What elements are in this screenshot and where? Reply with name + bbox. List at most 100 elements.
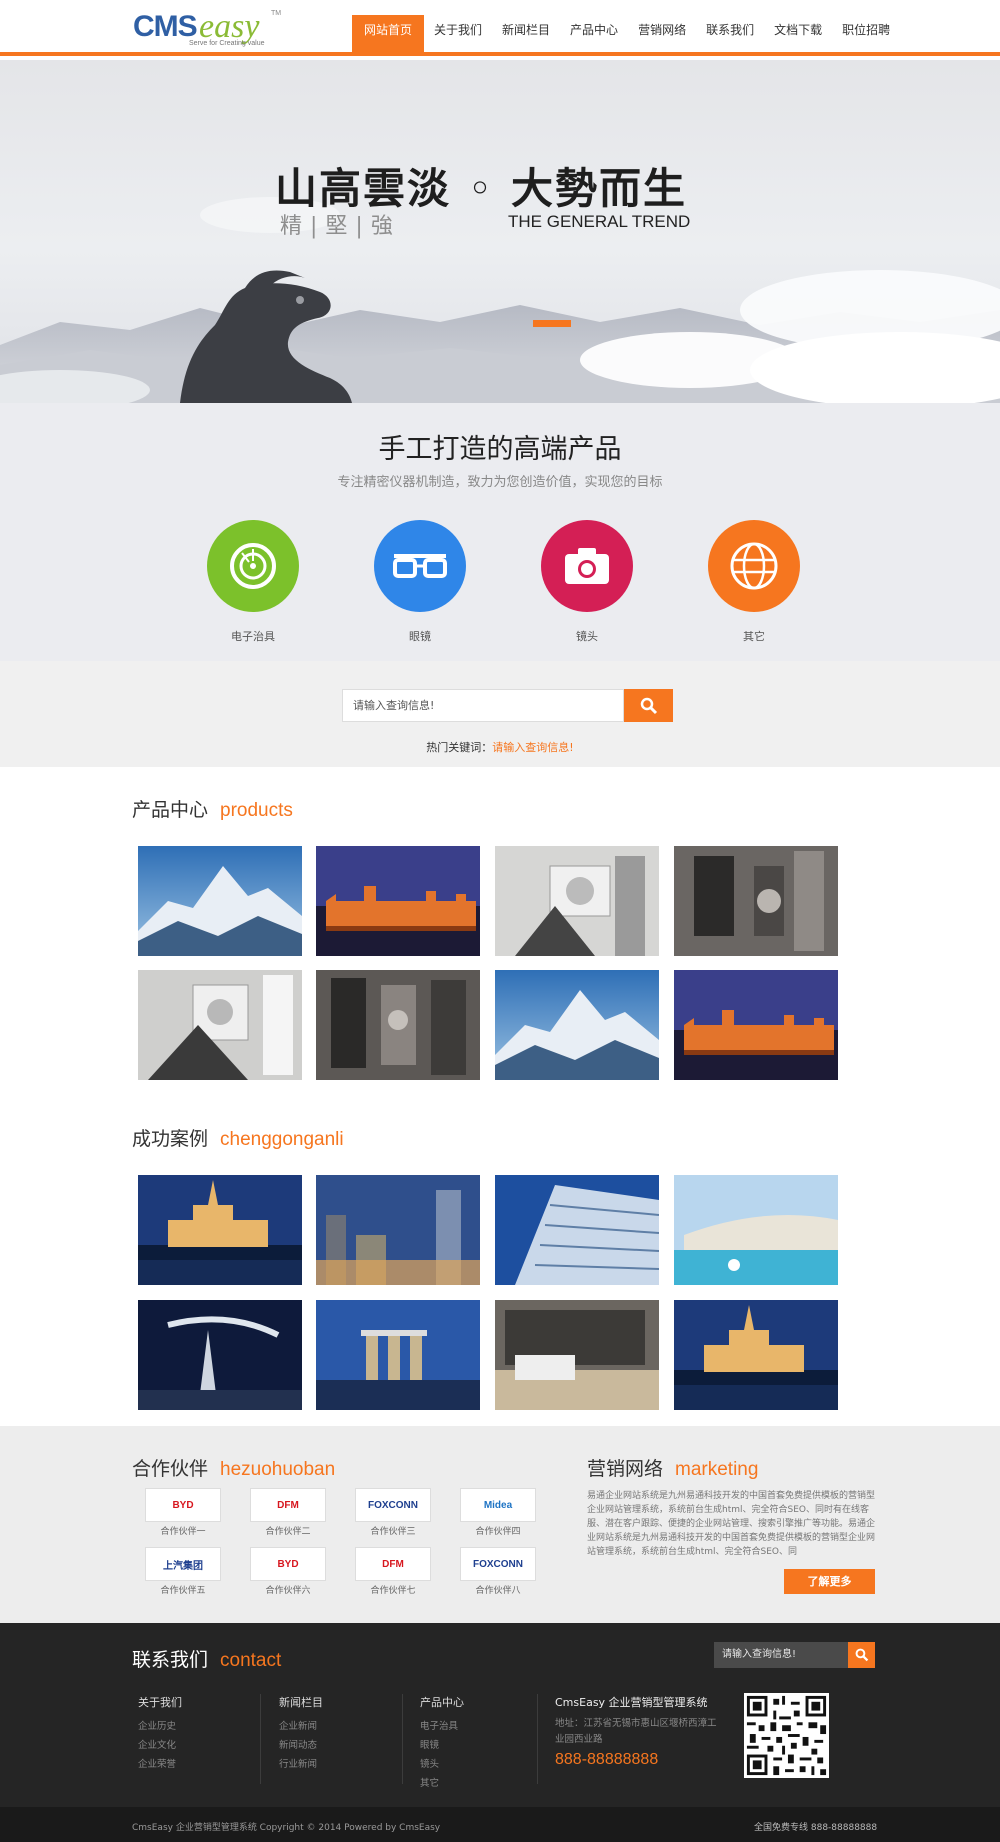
case-thumbnail[interactable] xyxy=(674,1300,838,1410)
partner-item[interactable]: Midea 合作伙伴四 xyxy=(460,1488,536,1537)
footer-link[interactable]: 行业新闻 xyxy=(279,1755,323,1774)
partner-name: 合作伙伴四 xyxy=(475,1527,521,1537)
contact-title-cn: 联系我们 xyxy=(132,1649,209,1671)
partner-item[interactable]: FOXCONN 合作伙伴八 xyxy=(460,1547,536,1596)
footer-search-button[interactable] xyxy=(848,1642,875,1668)
category-other[interactable]: 其它 xyxy=(694,520,814,644)
footer-search-input[interactable]: 请输入查询信息! xyxy=(714,1642,848,1668)
hot-keywords: 热门关键词：请输入查询信息! xyxy=(0,739,1000,755)
site-header: CMS easy TM Serve for Creating value 网站首… xyxy=(0,0,1000,56)
case-thumbnail[interactable] xyxy=(316,1175,480,1285)
partners-section-title: 合作伙伴 hezuohuoban xyxy=(132,1454,335,1481)
footer-column-products: 产品中心 电子治具 眼镜 镜头 其它 xyxy=(420,1694,464,1793)
product-thumbnail[interactable] xyxy=(316,970,480,1080)
footer-column-about: 关于我们 企业历史 企业文化 企业荣誉 xyxy=(138,1694,182,1774)
hero-banner: 山高雲淡 ◦ 大勢而生 精|堅|強 THE GENERAL TREND xyxy=(0,60,1000,403)
partner-item[interactable]: FOXCONN 合作伙伴三 xyxy=(355,1488,431,1537)
nav-item-contact[interactable]: 联系我们 xyxy=(696,15,764,52)
partners-title-cn: 合作伙伴 xyxy=(132,1458,209,1480)
camera-icon xyxy=(541,520,633,612)
hot-keywords-label: 热门关键词： xyxy=(426,741,493,754)
search-icon xyxy=(855,1648,868,1662)
contact-section-title: 联系我们 contact xyxy=(132,1645,281,1672)
case-thumbnail[interactable] xyxy=(138,1300,302,1410)
nav-item-jobs[interactable]: 职位招聘 xyxy=(832,15,900,52)
contact-title-en: contact xyxy=(220,1650,282,1671)
banner-title: 山高雲淡 ◦ 大勢而生 xyxy=(275,164,688,213)
nav-item-marketing[interactable]: 营销网络 xyxy=(628,15,696,52)
footer-link[interactable]: 企业荣誉 xyxy=(138,1755,182,1774)
nav-item-news[interactable]: 新闻栏目 xyxy=(492,15,560,52)
cases-section-title: 成功案例 chenggonganli xyxy=(132,1124,344,1151)
category-section-subtitle: 专注精密仪器机制造，致力为您创造价值，实现您的目标 xyxy=(337,475,663,490)
cases-title-cn: 成功案例 xyxy=(132,1128,209,1150)
partner-item[interactable]: DFM 合作伙伴二 xyxy=(250,1488,326,1537)
marketing-title-en: marketing xyxy=(675,1459,759,1480)
logo-tagline: Serve for Creating value xyxy=(189,40,265,47)
learn-more-button[interactable]: 了解更多 xyxy=(784,1569,875,1594)
case-thumbnail[interactable] xyxy=(674,1175,838,1285)
partner-item[interactable]: BYD 合作伙伴六 xyxy=(250,1547,326,1596)
main-nav: 网站首页 关于我们 新闻栏目 产品中心 营销网络 联系我们 文档下载 职位招聘 xyxy=(352,15,900,56)
nav-item-about[interactable]: 关于我们 xyxy=(424,15,492,52)
cases-title-en: chenggonganli xyxy=(220,1129,344,1150)
footer-link[interactable]: 电子治具 xyxy=(420,1717,464,1736)
category-glasses[interactable]: 眼镜 xyxy=(360,520,480,644)
logo[interactable]: CMS easy TM Serve for Creating value xyxy=(133,8,283,48)
nav-item-home[interactable]: 网站首页 xyxy=(352,15,425,52)
products-title-en: products xyxy=(220,800,293,821)
footer-link[interactable]: 眼镜 xyxy=(420,1736,464,1755)
case-thumbnail[interactable] xyxy=(316,1300,480,1410)
partner-logo: FOXCONN xyxy=(460,1547,536,1581)
partner-logo: DFM xyxy=(250,1488,326,1522)
footer-link[interactable]: 企业文化 xyxy=(138,1736,182,1755)
copyright-text: CmsEasy 企业营销型管理系统 Copyright © 2014 Power… xyxy=(132,1823,441,1833)
case-thumbnail[interactable] xyxy=(495,1175,659,1285)
product-thumbnail[interactable] xyxy=(495,846,659,956)
logo-tm: TM xyxy=(271,10,282,17)
hotline-text: 全国免费专线 888-88888888 xyxy=(754,1823,878,1833)
marketing-description: 易通企业网站系统是九州易通科技开发的中国首套免费提供模板的营销型企业网站管理系统… xyxy=(587,1491,876,1557)
partner-name: 合作伙伴八 xyxy=(475,1586,521,1596)
partner-item[interactable]: BYD 合作伙伴一 xyxy=(145,1488,221,1537)
partner-logo: BYD xyxy=(145,1488,221,1522)
footer-link[interactable]: 企业历史 xyxy=(138,1717,182,1736)
partner-item[interactable]: DFM 合作伙伴七 xyxy=(355,1547,431,1596)
footer-link[interactable]: 企业新闻 xyxy=(279,1717,323,1736)
partner-logo: Midea xyxy=(460,1488,536,1522)
nav-item-products[interactable]: 产品中心 xyxy=(560,15,628,52)
footer-column-heading[interactable]: 新闻栏目 xyxy=(279,1694,323,1710)
product-thumbnail[interactable] xyxy=(674,970,838,1080)
category-lens[interactable]: 镜头 xyxy=(527,520,647,644)
category-section-title: 手工打造的高端产品 xyxy=(378,434,622,465)
footer-link[interactable]: 其它 xyxy=(420,1774,464,1793)
footer-link[interactable]: 新闻动态 xyxy=(279,1736,323,1755)
product-thumbnail[interactable] xyxy=(138,970,302,1080)
slider-indicator[interactable] xyxy=(533,320,571,327)
category-label: 其它 xyxy=(743,630,765,643)
case-thumbnail[interactable] xyxy=(495,1300,659,1410)
search-icon xyxy=(640,697,657,714)
partners-title-en: hezuohuoban xyxy=(220,1459,336,1480)
partner-item[interactable]: 上汽集团 合作伙伴五 xyxy=(145,1547,221,1596)
search-placeholder: 请输入查询信息! xyxy=(353,699,435,712)
footer-divider xyxy=(537,1694,538,1784)
footer-link[interactable]: 镜头 xyxy=(420,1755,464,1774)
banner-subtitle-en: THE GENERAL TREND xyxy=(508,212,691,231)
search-input[interactable]: 请输入查询信息! xyxy=(342,689,624,722)
footer-column-heading[interactable]: 关于我们 xyxy=(138,1694,182,1710)
footer-search-placeholder: 请输入查询信息! xyxy=(722,1649,797,1660)
category-electronic-fixtures[interactable]: 电子治具 xyxy=(193,520,313,644)
footer-column-heading[interactable]: 产品中心 xyxy=(420,1694,464,1710)
product-thumbnail[interactable] xyxy=(495,970,659,1080)
nav-item-downloads[interactable]: 文档下载 xyxy=(764,15,832,52)
search-button[interactable] xyxy=(624,689,673,722)
product-thumbnail[interactable] xyxy=(138,846,302,956)
hot-keyword-link[interactable]: 请输入查询信息! xyxy=(492,741,573,754)
product-thumbnail[interactable] xyxy=(674,846,838,956)
case-thumbnail[interactable] xyxy=(138,1175,302,1285)
footer-column-news: 新闻栏目 企业新闻 新闻动态 行业新闻 xyxy=(279,1694,323,1774)
product-thumbnail[interactable] xyxy=(316,846,480,956)
company-phone: 888-88888888 xyxy=(555,1751,659,1768)
marketing-title-cn: 营销网络 xyxy=(587,1458,664,1480)
